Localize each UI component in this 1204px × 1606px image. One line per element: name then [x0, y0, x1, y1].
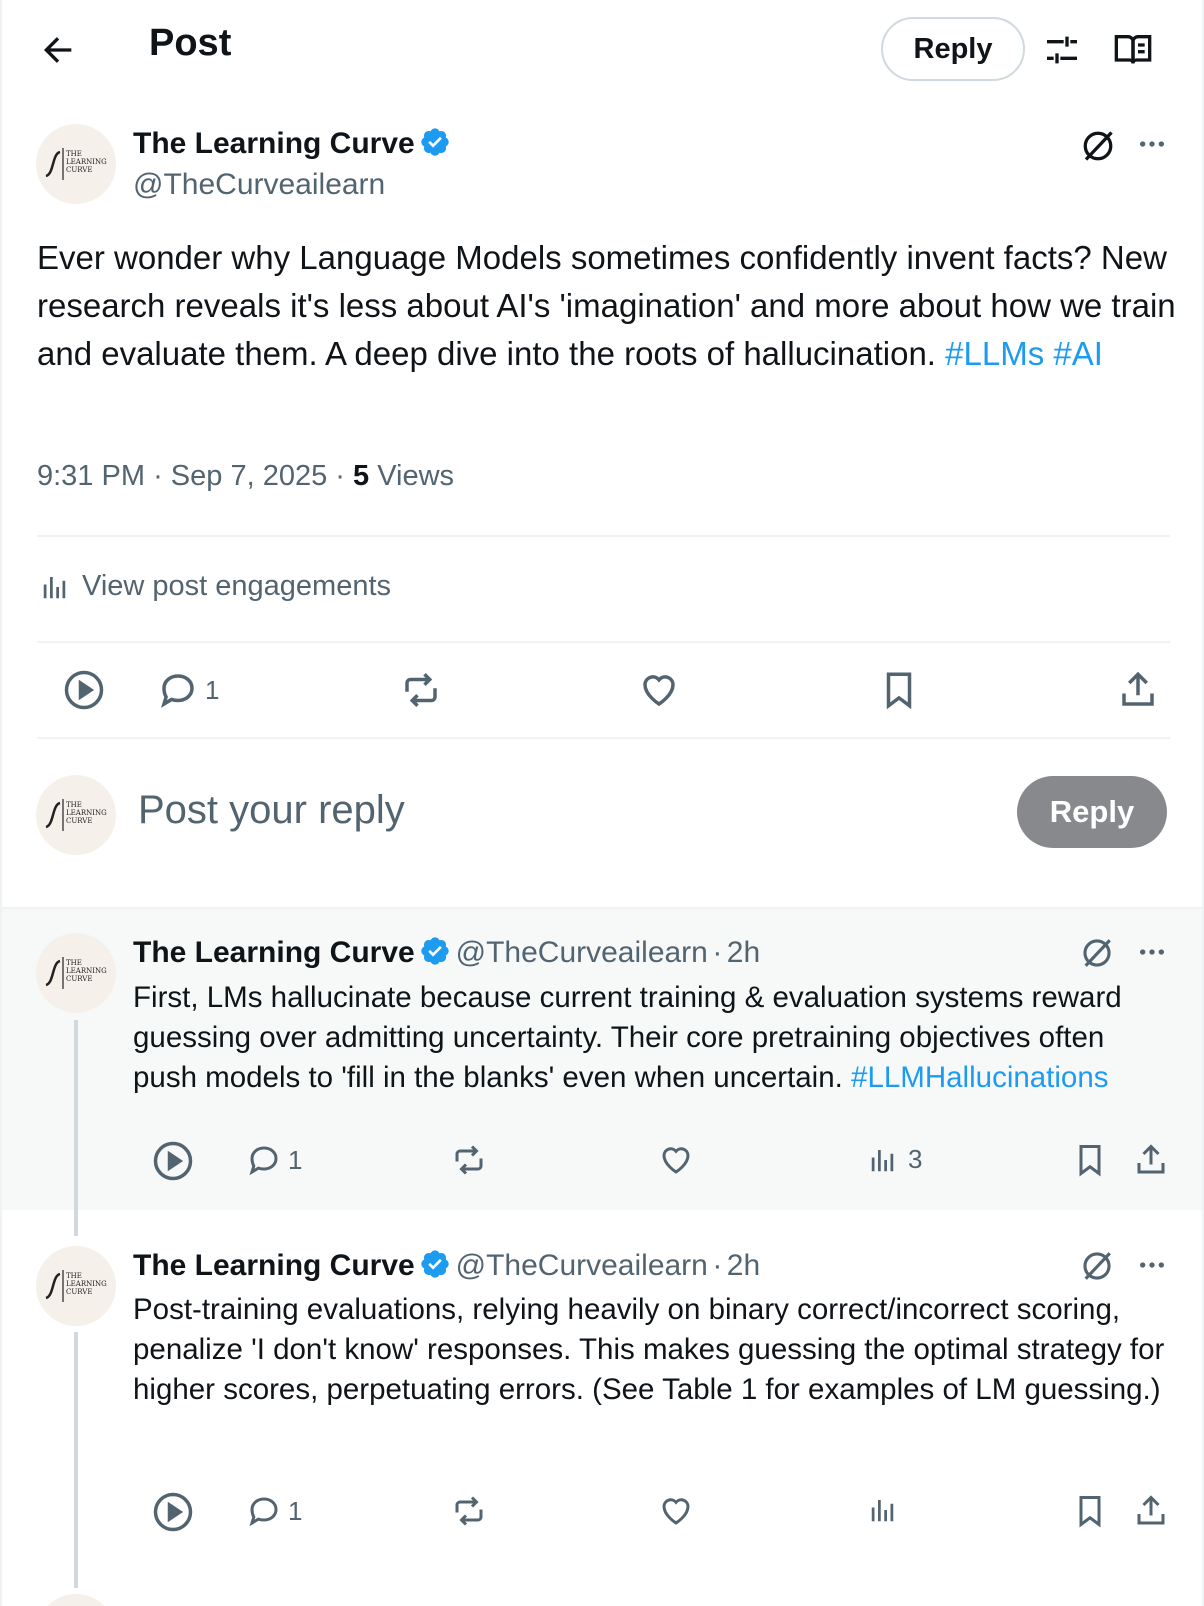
share-icon[interactable] [1133, 1142, 1169, 1178]
play-icon[interactable] [152, 1140, 194, 1182]
post-page: Post Reply THE LEARNING CURVE The Learni… [0, 0, 1204, 1606]
avatar[interactable]: THE LEARNING CURVE [36, 1246, 116, 1326]
reply-age[interactable]: 2h [727, 936, 760, 969]
reply-submit-button[interactable]: Reply [1017, 776, 1167, 848]
share-icon[interactable] [1133, 1493, 1169, 1529]
reply-count: 1 [288, 1495, 303, 1526]
svg-text:CURVE: CURVE [66, 817, 92, 825]
author-handle[interactable]: @TheCurveailearn [456, 936, 708, 969]
analytics-icon [871, 1149, 894, 1171]
divider [37, 535, 1170, 537]
view-engagements-link[interactable]: View post engagements [40, 570, 391, 603]
reply-action[interactable]: 1 [157, 669, 219, 711]
analytics-icon [43, 576, 66, 598]
repost-icon[interactable] [398, 669, 444, 711]
svg-text:LEARNING: LEARNING [66, 967, 107, 975]
author-line: The Learning Curve [133, 126, 451, 161]
repost-icon[interactable] [450, 1493, 488, 1529]
reply-count: 1 [205, 674, 220, 705]
meta-separator: · [712, 936, 723, 969]
svg-text:CURVE: CURVE [66, 1288, 92, 1296]
reply-icon [249, 1146, 278, 1176]
views-count: 3 [908, 1144, 923, 1174]
avatar[interactable]: THE LEARNING CURVE [36, 933, 116, 1013]
meta-separator: · [335, 460, 345, 492]
tune-icon[interactable] [1042, 30, 1082, 70]
repost-icon[interactable] [450, 1142, 488, 1178]
reply-age[interactable]: 2h [727, 1249, 760, 1282]
hashtag-link[interactable]: #AI [1053, 335, 1103, 372]
like-icon[interactable] [658, 1142, 694, 1178]
avatar[interactable]: THE LEARNING CURVE [36, 124, 116, 204]
reply-text: Post-training evaluations, relying heavi… [133, 1290, 1173, 1410]
post-meta: 9:31 PM · Sep 7, 2025 · 5 Views [37, 460, 454, 493]
post-time[interactable]: 9:31 PM [37, 460, 145, 492]
views-count: 5 [353, 460, 370, 492]
verified-badge-icon [421, 1250, 449, 1278]
reply-text: First, LMs hallucinate because current t… [133, 978, 1173, 1098]
meta-separator: · [712, 1249, 723, 1282]
avatar-text-2: LEARNING [66, 158, 107, 166]
reply-header: The Learning Curve @TheCurveailearn · 2h [133, 1248, 760, 1283]
reply-action[interactable]: 1 [246, 1142, 302, 1178]
svg-text:THE: THE [66, 1272, 82, 1280]
grok-icon[interactable] [1080, 1249, 1114, 1283]
like-icon[interactable] [638, 669, 680, 711]
svg-text:THE: THE [66, 801, 82, 809]
verified-badge-icon [421, 128, 449, 156]
reply-icon [161, 674, 194, 708]
reply-icon [249, 1497, 278, 1527]
share-icon[interactable] [1117, 669, 1159, 711]
grok-icon[interactable] [1080, 936, 1114, 970]
reply-action[interactable]: 1 [246, 1493, 302, 1529]
reply-button-top[interactable]: Reply [881, 17, 1025, 81]
page-title: Post [149, 22, 232, 64]
divider [37, 737, 1170, 739]
play-icon[interactable] [63, 669, 105, 711]
grok-icon[interactable] [1080, 128, 1116, 164]
hashtag-link[interactable]: #LLMHallucinations [851, 1061, 1108, 1094]
post-date[interactable]: Sep 7, 2025 [171, 460, 327, 492]
reply-header: The Learning Curve @TheCurveailearn · 2h [133, 935, 760, 970]
svg-text:CURVE: CURVE [66, 975, 92, 983]
more-options-icon[interactable] [1136, 1249, 1168, 1281]
verified-badge-icon [421, 937, 449, 965]
svg-text:LEARNING: LEARNING [66, 809, 107, 817]
divider [2, 907, 1202, 909]
views-action[interactable]: 3 [868, 1144, 922, 1175]
thread-line [74, 1332, 78, 1588]
svg-text:LEARNING: LEARNING [66, 1280, 107, 1288]
hashtag-link[interactable]: #LLMs [945, 335, 1044, 372]
reply-input[interactable]: Post your reply [138, 788, 405, 833]
views-label: Views [377, 460, 455, 492]
thread-line [74, 1020, 78, 1236]
back-arrow-icon[interactable] [38, 30, 78, 70]
reader-icon[interactable] [1112, 30, 1154, 70]
analytics-icon[interactable] [868, 1495, 898, 1525]
divider [37, 641, 1170, 643]
meta-separator: · [153, 460, 163, 492]
bookmark-icon[interactable] [1072, 1142, 1108, 1178]
author-name[interactable]: The Learning Curve [133, 127, 415, 160]
like-icon[interactable] [658, 1493, 694, 1529]
top-bar: Post Reply [2, 0, 1202, 100]
bookmark-icon[interactable] [1072, 1493, 1108, 1529]
avatar: THE LEARNING CURVE [36, 775, 116, 855]
svg-text:THE: THE [66, 959, 82, 967]
avatar-text-3: CURVE [66, 166, 92, 174]
author-name[interactable]: The Learning Curve [133, 936, 415, 969]
bookmark-icon[interactable] [878, 669, 920, 711]
post-text: Ever wonder why Language Models sometime… [37, 234, 1187, 378]
engagements-label: View post engagements [82, 570, 392, 602]
more-options-icon[interactable] [1136, 936, 1168, 968]
avatar-text-1: THE [66, 150, 82, 158]
play-icon[interactable] [152, 1491, 194, 1533]
avatar[interactable] [36, 1594, 116, 1606]
more-options-icon[interactable] [1136, 128, 1168, 160]
author-handle[interactable]: @TheCurveailearn [133, 168, 385, 202]
reply-body: Post-training evaluations, relying heavi… [133, 1293, 1165, 1406]
reply-count: 1 [288, 1144, 303, 1175]
author-handle[interactable]: @TheCurveailearn [456, 1249, 708, 1282]
author-name[interactable]: The Learning Curve [133, 1249, 415, 1282]
